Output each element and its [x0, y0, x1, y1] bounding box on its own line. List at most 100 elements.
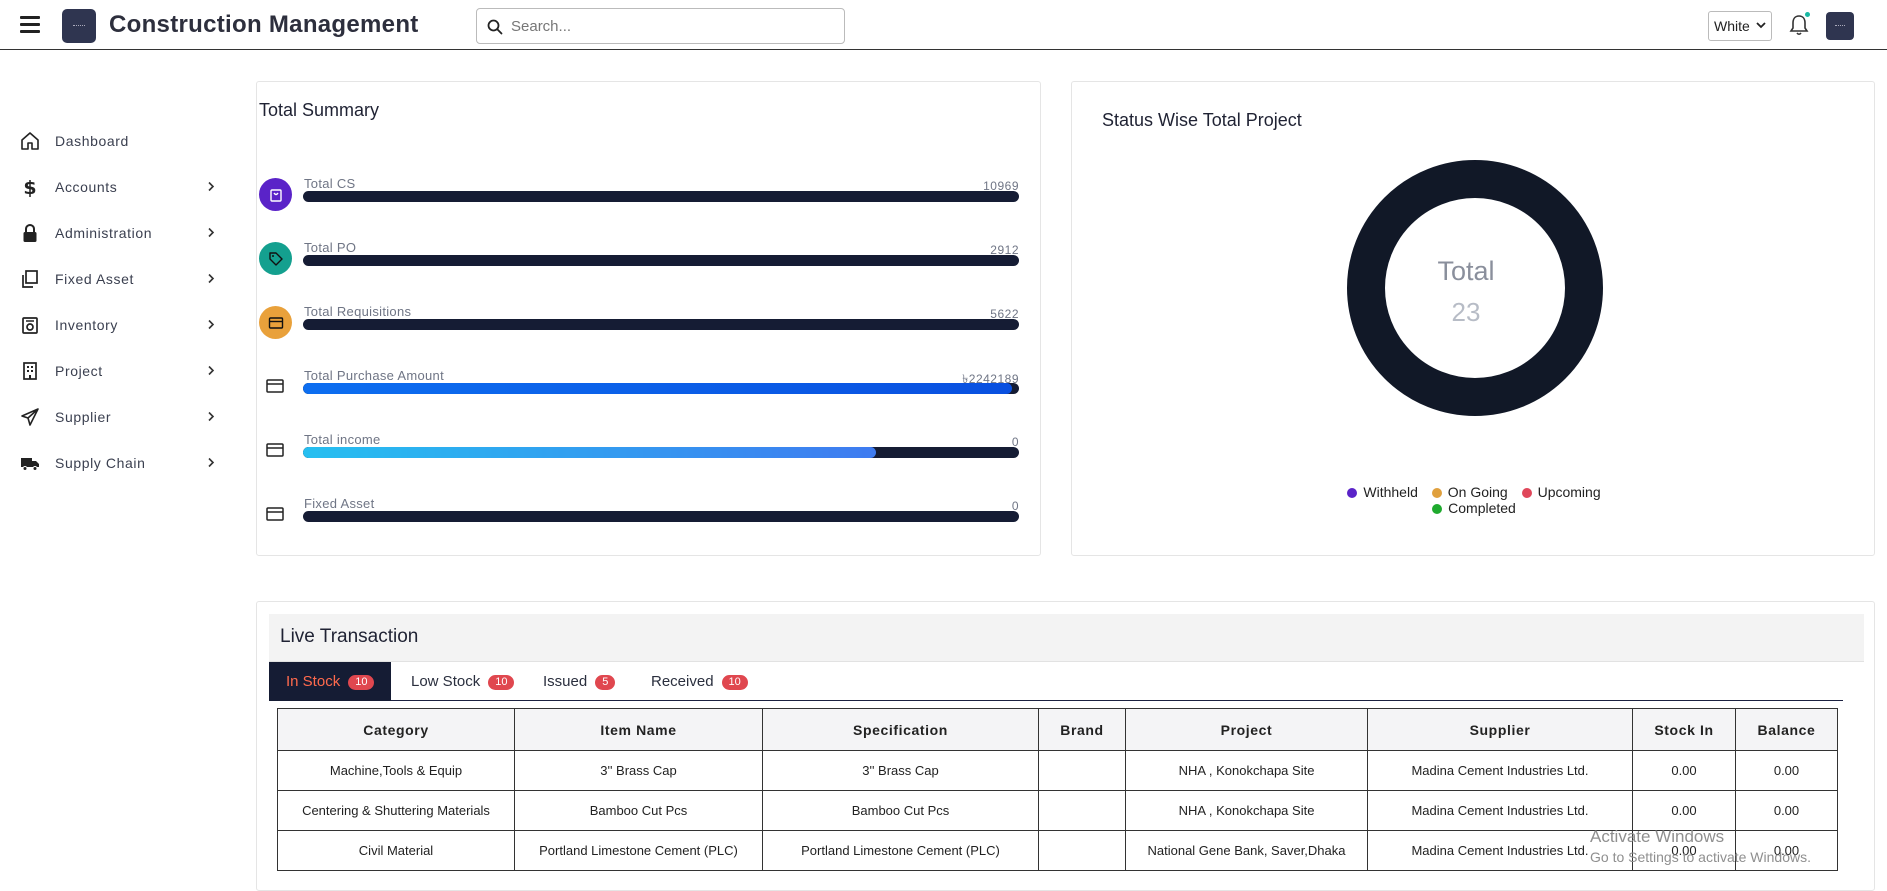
- sidebar-item-label: Accounts: [55, 179, 118, 195]
- sidebar-item-accounts[interactable]: $ Accounts: [0, 167, 230, 207]
- chevron-right-icon: [208, 319, 215, 330]
- card-title: Status Wise Total Project: [1102, 110, 1302, 130]
- shopping-bag-icon: [259, 178, 292, 211]
- card-icon: [259, 306, 292, 339]
- search-icon: [487, 19, 503, 35]
- summary-row-total-purchase-amount: Total Purchase Amount ৳2242189: [257, 368, 1042, 420]
- chevron-right-icon: [208, 411, 215, 422]
- tab-label: Issued: [543, 673, 588, 690]
- home-icon: [21, 132, 39, 150]
- chart-legend: Withheld On Going Upcoming: [1072, 484, 1876, 500]
- tab-in-stock[interactable]: In Stock 10: [269, 662, 392, 701]
- sidebar-item-label: Supplier: [55, 409, 112, 425]
- column-header[interactable]: Balance: [1735, 708, 1838, 751]
- search-input[interactable]: [511, 15, 831, 37]
- table-header-row: Category Item Name Specification Brand P…: [277, 708, 1838, 751]
- sidebar-item-project[interactable]: Project: [0, 351, 230, 391]
- column-header[interactable]: Stock In: [1632, 708, 1736, 751]
- search-box[interactable]: [476, 8, 845, 44]
- table-cell: 0.00: [1632, 750, 1736, 791]
- inventory-icon: [22, 317, 38, 334]
- column-header[interactable]: Project: [1125, 708, 1368, 751]
- table-cell: Machine,Tools & Equip: [277, 750, 515, 791]
- column-header[interactable]: Item Name: [514, 708, 763, 751]
- column-header[interactable]: Brand: [1038, 708, 1126, 751]
- watermark-line-1: Activate Windows: [1590, 827, 1725, 846]
- theme-select[interactable]: White: [1708, 11, 1772, 41]
- chevron-right-icon: [208, 181, 215, 192]
- total-summary-card: Total Summary Total CS 10969 Total PO 29…: [256, 81, 1041, 556]
- sidebar-item-inventory[interactable]: Inventory: [0, 305, 230, 345]
- tab-low-stock[interactable]: Low Stock 10: [394, 662, 531, 701]
- column-header[interactable]: Specification: [762, 708, 1039, 751]
- tab-count-badge: 10: [721, 675, 748, 690]
- dollar-icon: $: [23, 177, 36, 197]
- sidebar-item-label: Project: [55, 363, 103, 379]
- table-cell: Bamboo Cut Pcs: [514, 790, 763, 831]
- tab-label: Low Stock: [411, 673, 481, 690]
- progress-fill: [303, 447, 876, 458]
- tab-count-badge: 10: [488, 675, 515, 690]
- summary-row-total-po: Total PO 2912: [257, 240, 1042, 292]
- column-header[interactable]: Supplier: [1367, 708, 1633, 751]
- table-row: Centering & Shuttering Materials Bamboo …: [277, 790, 1838, 831]
- table-cell: Madina Cement Industries Ltd.: [1367, 750, 1633, 791]
- legend-item-withheld[interactable]: Withheld: [1347, 484, 1418, 500]
- card-title: Total Summary: [259, 100, 380, 120]
- legend-item-upcoming[interactable]: Upcoming: [1521, 484, 1601, 500]
- summary-row-total-cs: Total CS 10969: [257, 176, 1042, 228]
- svg-text:$: $: [23, 177, 36, 197]
- summary-row-fixed-asset: Fixed Asset 0: [257, 496, 1042, 548]
- table-cell: 0.00: [1735, 790, 1838, 831]
- tab-received[interactable]: Received 10: [634, 662, 765, 701]
- chevron-right-icon: [208, 227, 215, 238]
- summary-label: Total PO: [304, 240, 357, 255]
- progress-bar: [303, 319, 1019, 330]
- tab-label: In Stock: [286, 673, 341, 690]
- tab-issued[interactable]: Issued 5: [526, 662, 632, 701]
- live-transaction-header: Live Transaction: [269, 614, 1864, 662]
- sidebar-item-fixed-asset[interactable]: Fixed Asset: [0, 259, 230, 299]
- sidebar-item-supply-chain[interactable]: Supply Chain: [0, 443, 230, 483]
- summary-label: Fixed Asset: [304, 496, 375, 511]
- table-cell: [1038, 750, 1126, 791]
- table-cell: 3'' Brass Cap: [762, 750, 1039, 791]
- progress-bar: [303, 255, 1019, 266]
- paper-plane-icon: [21, 408, 39, 426]
- sidebar-item-administration[interactable]: Administration: [0, 213, 230, 253]
- progress-bar: [303, 511, 1019, 522]
- menu-toggle-icon[interactable]: [20, 16, 40, 33]
- progress-bar: [303, 447, 1019, 458]
- donut-center-value: 23: [1451, 297, 1481, 327]
- table-cell: Portland Limestone Cement (PLC): [514, 830, 763, 871]
- credit-card-icon: [266, 507, 284, 521]
- windows-activation-watermark: Activate Windows Go to Settings to activ…: [1590, 826, 1811, 868]
- card-title: Live Transaction: [280, 626, 419, 647]
- credit-card-icon: [266, 379, 284, 393]
- table-cell: NHA , Konokchapa Site: [1125, 790, 1368, 831]
- table-cell: Portland Limestone Cement (PLC): [762, 830, 1039, 871]
- table-cell: 3'' Brass Cap: [514, 750, 763, 791]
- app-title: Construction Management: [109, 11, 419, 38]
- sidebar-item-dashboard[interactable]: Dashboard: [0, 121, 230, 161]
- truck-icon: [21, 458, 39, 471]
- donut-ring: [1347, 160, 1603, 416]
- summary-label: Total Purchase Amount: [304, 368, 444, 383]
- table-cell: National Gene Bank, Saver,Dhaka: [1125, 830, 1368, 871]
- avatar[interactable]: [1826, 12, 1854, 40]
- progress-fill: [303, 383, 1012, 394]
- building-icon: [23, 362, 37, 380]
- credit-card-icon: [266, 443, 284, 457]
- tab-label: Received: [651, 673, 714, 690]
- legend-item-on-going[interactable]: On Going: [1431, 484, 1508, 500]
- summary-row-total-requisitions: Total Requisitions 5622: [257, 304, 1042, 356]
- notification-bell-icon[interactable]: [1788, 12, 1810, 37]
- table-cell: Madina Cement Industries Ltd.: [1367, 790, 1633, 831]
- legend-item-completed[interactable]: Completed: [1432, 500, 1516, 516]
- table-cell: Bamboo Cut Pcs: [762, 790, 1039, 831]
- column-header[interactable]: Category: [277, 708, 515, 751]
- summary-label: Total Requisitions: [304, 304, 412, 319]
- sidebar-item-supplier[interactable]: Supplier: [0, 397, 230, 437]
- transaction-tabs: In Stock 10 Low Stock 10 Issued 5 Received 1…: [269, 662, 1843, 701]
- chevron-right-icon: [208, 273, 215, 284]
